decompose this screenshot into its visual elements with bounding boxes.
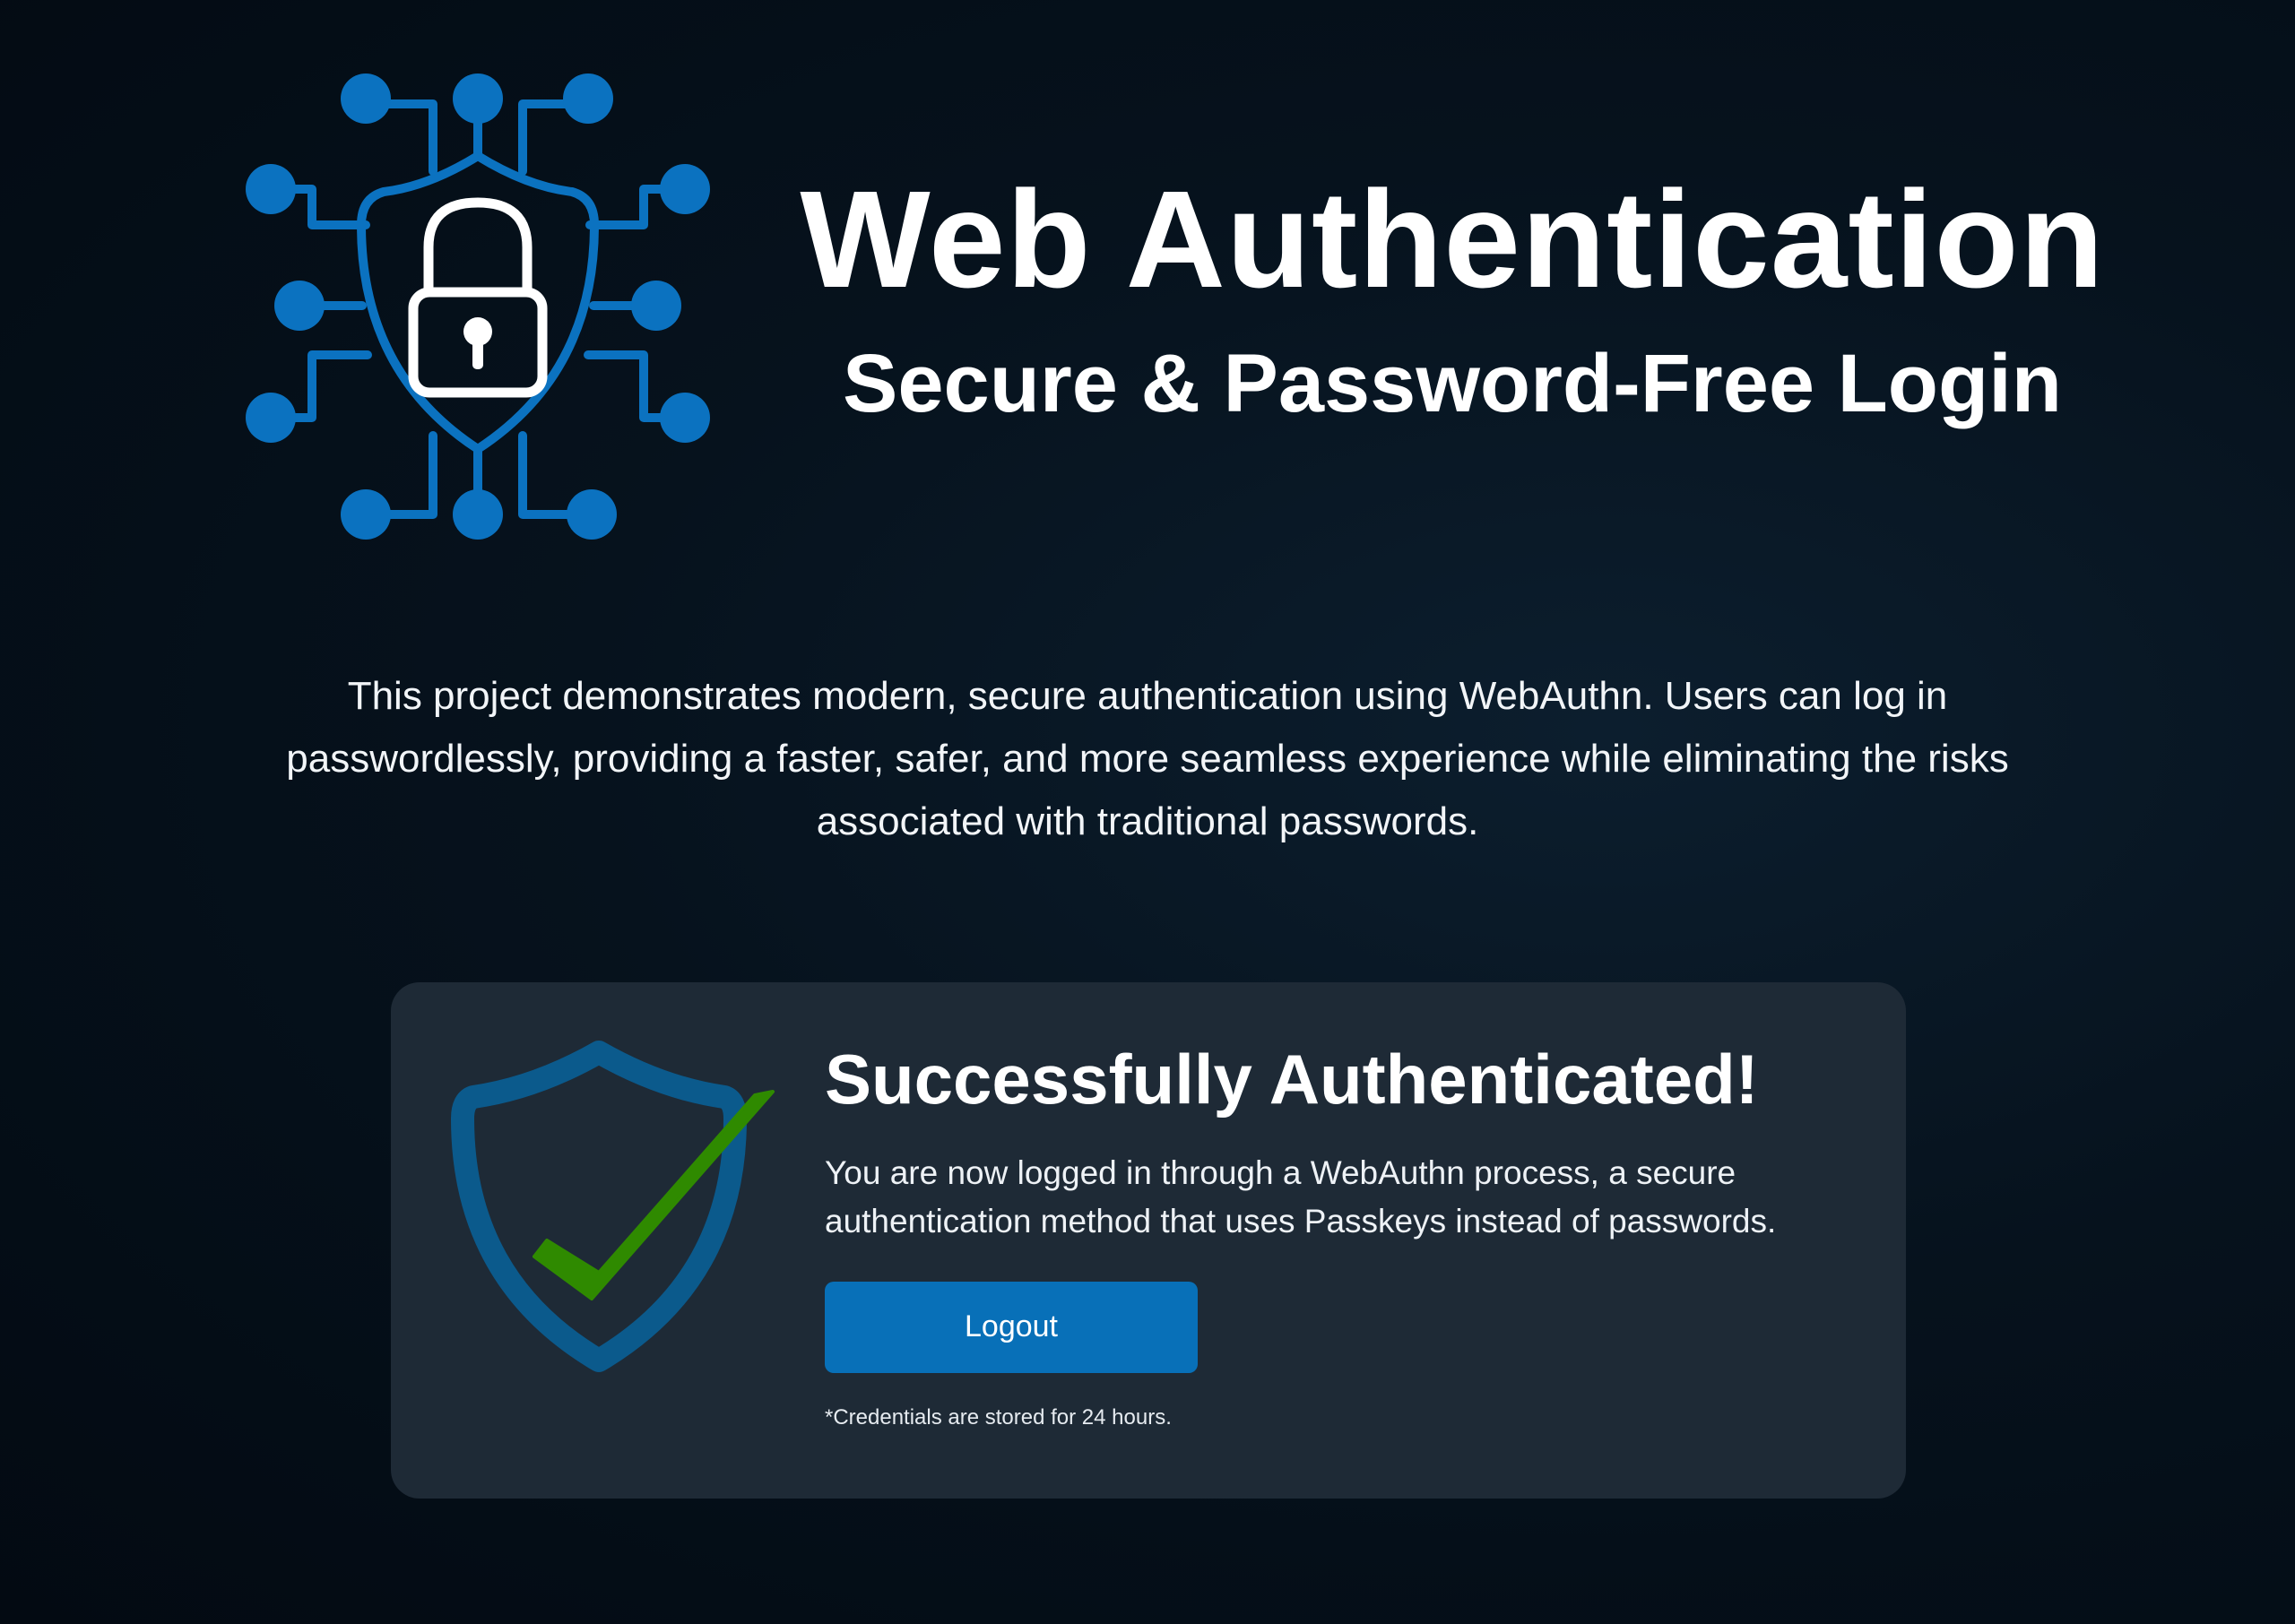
auth-status-description: You are now logged in through a WebAuthn… xyxy=(825,1153,1777,1240)
shield-check-icon xyxy=(446,1038,778,1378)
intro-paragraph: This project demonstrates modern, secure… xyxy=(286,674,2009,843)
circuit-shield-lock-icon xyxy=(240,68,715,543)
credentials-note: *Credentials are stored for 24 hours. xyxy=(825,1404,1172,1430)
card-content: Successfully Authenticated! You are now … xyxy=(825,1038,1865,1430)
page-title: Web Authentication xyxy=(800,162,2105,316)
auth-status-title: Successfully Authenticated! xyxy=(825,1040,1759,1119)
logout-button[interactable]: Logout xyxy=(825,1281,1198,1373)
page-subtitle: Secure & Password-Free Login xyxy=(843,338,2062,429)
hero-header: Web Authentication Secure & Password-Fre… xyxy=(789,170,2116,425)
auth-success-card: Successfully Authenticated! You are now … xyxy=(391,982,1906,1499)
